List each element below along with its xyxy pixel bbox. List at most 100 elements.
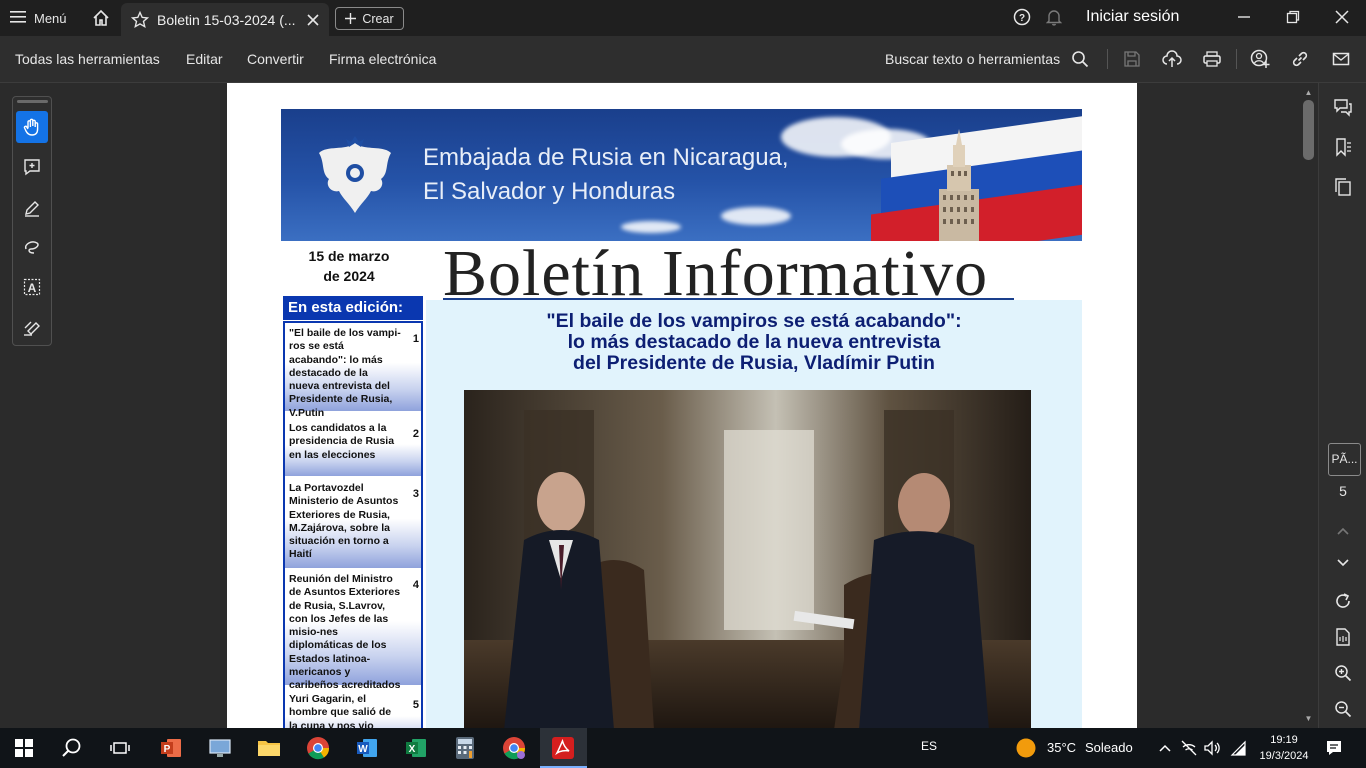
minimize-button[interactable] [1230,4,1258,30]
headline-line-1: "El baile de los vampiros se está acaban… [546,310,962,332]
weather-widget-icon[interactable] [1012,734,1040,762]
zoom-out-button[interactable] [1331,697,1355,721]
drag-handle[interactable] [17,100,48,103]
weather-temperature[interactable]: 35°C [1047,740,1076,755]
toc-item-text: Reunión del Ministro de Asuntos Exterior… [289,573,401,705]
calculator-app[interactable] [451,734,479,762]
document-tab[interactable]: Boletin 15-03-2024 (... [121,3,329,36]
word-app[interactable]: W [353,734,381,762]
pages-panel-button[interactable] [1331,175,1355,199]
toc-item[interactable]: Reunión del Ministro de Asuntos Exterior… [285,569,421,705]
rotate-button[interactable] [1331,589,1355,613]
taskbar-search-button[interactable] [58,734,86,762]
previous-page-button[interactable] [1331,519,1355,543]
restore-button[interactable] [1279,4,1307,30]
notification-center-button[interactable] [1320,734,1348,762]
wifi-button[interactable] [1225,734,1253,762]
scrollbar-thumb[interactable] [1303,100,1314,160]
toc-item-text: "El baile de los vampi-ros se está acaba… [289,327,401,419]
help-button[interactable]: ? [1008,4,1036,30]
file-explorer-app[interactable] [255,734,283,762]
save-button[interactable] [1121,48,1143,70]
home-button[interactable] [88,6,114,30]
link-button[interactable] [1289,48,1311,70]
close-window-button[interactable] [1328,4,1356,30]
add-comment-button[interactable] [16,151,48,183]
comments-icon [1334,99,1352,117]
pdf-page: Embajada de Rusia en Nicaragua, El Salva… [227,83,1137,728]
excel-app[interactable]: X [402,734,430,762]
remote-desktop-app[interactable] [206,734,234,762]
system-clock[interactable]: 19:19 19/3/2024 [1254,732,1314,764]
title-bar: Menú Boletin 15-03-2024 (... Crear ? Ini… [0,0,1366,36]
article-headline: "El baile de los vampiros se está acaban… [426,311,1082,374]
page-number-input[interactable]: PÃ... [1328,443,1361,476]
toc-item[interactable]: "El baile de los vampi-ros se está acaba… [285,323,421,419]
menu-convert[interactable]: Convertir [247,51,304,67]
svg-text:A: A [28,281,37,295]
document-viewport[interactable]: Embajada de Rusia en Nicaragua, El Salva… [0,83,1318,728]
speaker-icon [1204,740,1220,756]
draw-button[interactable] [16,231,48,263]
acrobat-app[interactable] [549,734,577,762]
chrome-app[interactable] [304,734,332,762]
clock-time: 19:19 [1270,734,1298,746]
print-button[interactable] [1201,48,1223,70]
chevron-up-icon [1337,527,1349,535]
email-button[interactable] [1330,48,1352,70]
plus-icon [345,13,357,24]
chrome-profile-app[interactable] [500,734,528,762]
comments-panel-button[interactable] [1331,95,1355,119]
search-button[interactable] [1069,48,1091,70]
share-user-button[interactable] [1249,48,1271,70]
menu-edit[interactable]: Editar [186,51,223,67]
create-button[interactable]: Crear [335,7,404,30]
menu-all-tools[interactable]: Todas las herramientas [15,51,160,67]
login-button[interactable]: Iniciar sesión [1086,8,1179,26]
folder-icon [258,741,280,756]
hand-tool-button[interactable] [16,111,48,143]
svg-text:P: P [164,744,171,755]
ministry-building-image [939,129,979,241]
search-icon [1072,51,1089,68]
toc-item[interactable]: Yuri Gagarin, el hombre que salió de la … [285,689,421,728]
notifications-button[interactable] [1040,4,1068,30]
headline-line-2: lo más destacado de la nueva entrevista [567,331,941,353]
divider [1107,49,1108,69]
save-icon [1124,51,1140,67]
vertical-scrollbar[interactable]: ▲ ▼ [1300,86,1317,728]
pen-sign-icon [24,321,40,336]
monitor-icon [209,739,231,757]
scroll-up-arrow[interactable]: ▲ [1303,88,1314,98]
toc-item-number: 5 [412,699,419,711]
task-view-button[interactable] [106,734,134,762]
toc-item-number: 1 [412,333,419,345]
toc-item[interactable]: La Portavozdel Ministerio de Asuntos Ext… [285,478,421,568]
sign-button[interactable] [16,311,48,343]
upload-cloud-button[interactable] [1161,48,1183,70]
banner-title: Embajada de Rusia en Nicaragua, El Salva… [423,141,789,209]
bookmarks-panel-button[interactable] [1331,135,1355,159]
volume-button[interactable] [1198,734,1226,762]
menu-button[interactable]: Menú [10,6,67,30]
zoom-in-button[interactable] [1331,661,1355,685]
toc-item[interactable]: Los candidatos a la presidencia de Rusia… [285,418,421,476]
svg-text:?: ? [1019,13,1025,24]
powerpoint-app[interactable]: P [157,734,185,762]
highlight-button[interactable] [16,191,48,223]
text-select-button[interactable]: A [16,271,48,303]
page-fit-button[interactable] [1331,625,1355,649]
start-button[interactable] [10,734,38,762]
task-view-icon [110,742,130,754]
menu-label: Menú [34,10,67,26]
input-language[interactable]: ES [921,739,937,753]
weather-condition[interactable]: Soleado [1085,740,1133,755]
star-icon[interactable] [131,10,149,29]
windows-taskbar: P W X ES 35°C Soleado 19:19 19/3/2024 [0,728,1366,768]
close-tab-icon[interactable] [307,13,319,26]
next-page-button[interactable] [1331,551,1355,575]
scroll-down-arrow[interactable]: ▼ [1303,714,1314,724]
search-tools-label[interactable]: Buscar texto o herramientas [885,51,1060,67]
russian-coat-of-arms-image [319,136,391,213]
menu-e-signature[interactable]: Firma electrónica [329,51,436,67]
